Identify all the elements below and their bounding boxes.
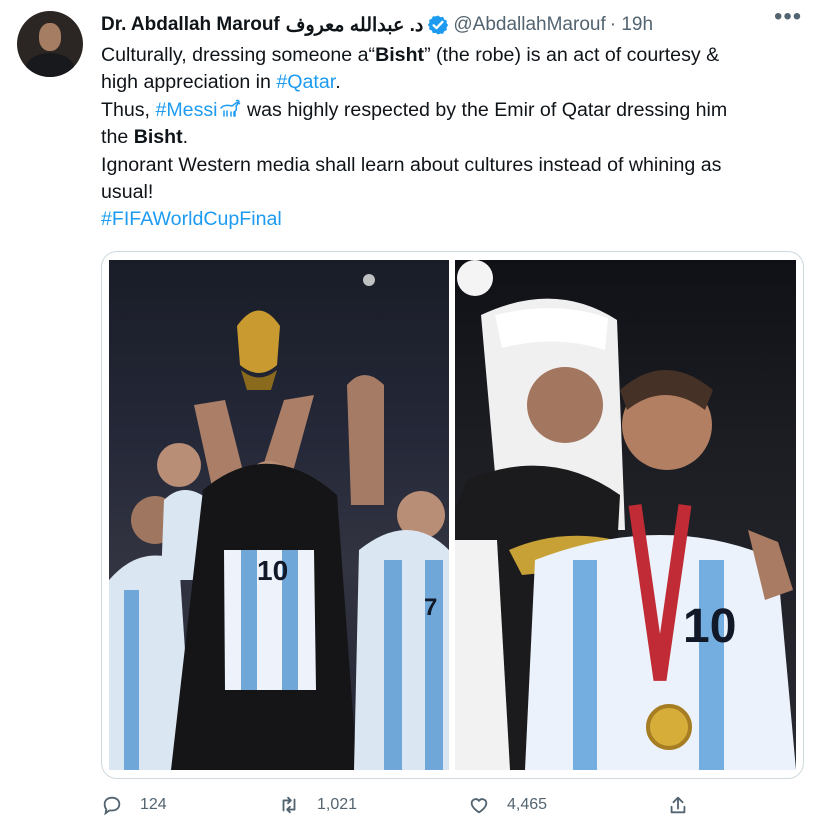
like-count: 4,465	[507, 796, 548, 813]
shirt-number-left-7: 7	[424, 594, 437, 621]
retweet-icon	[282, 796, 296, 814]
author-arabic-name[interactable]: د. عبدالله معروف	[286, 14, 424, 37]
tweet-text: Culturally, dressing someone a“Bisht” (t…	[101, 42, 801, 234]
tweet-timestamp[interactable]: · 19h	[610, 14, 653, 36]
tweet-line-2: high appreciation in #Qatar.	[101, 69, 801, 96]
shirt-number-right-10: 10	[683, 600, 736, 653]
shirt-number-left-10: 10	[257, 555, 288, 586]
tweet-text-segment: high appreciation in	[101, 71, 277, 94]
bisht-bold-text: Bisht	[375, 44, 425, 66]
author-name[interactable]: Dr. Abdallah Marouf	[101, 14, 280, 36]
photo-emir-dressing-messi[interactable]: 10	[455, 260, 796, 770]
reply-icon	[103, 796, 121, 816]
like-button[interactable]: 4,465	[468, 794, 547, 816]
bisht-bold-text: Bisht	[133, 126, 183, 149]
retweet-button[interactable]: 1,021	[278, 794, 357, 816]
tweet-line-5: Ignorant Western media shall learn about…	[101, 153, 722, 176]
avatar[interactable]	[17, 11, 83, 77]
author-handle[interactable]: @AbdallahMarouf	[453, 14, 605, 36]
hashtag-qatar-link[interactable]: #Qatar	[276, 71, 335, 93]
goat-emoji-icon	[218, 99, 242, 119]
verified-badge-icon	[427, 14, 449, 36]
photo-messi-lifting-trophy[interactable]: 10 7	[109, 260, 449, 770]
share-button[interactable]	[667, 794, 706, 816]
hashtag-messi-link[interactable]: #Messi	[155, 99, 217, 121]
hashtag-fifa-world-cup-final-link[interactable]: #FIFAWorldCupFinal	[101, 206, 801, 233]
heart-icon	[470, 798, 488, 814]
retweet-count: 1,021	[317, 796, 358, 813]
tweet-header: Dr. Abdallah Marouf د. عبدالله معروف @Ab…	[101, 12, 785, 38]
tweet-line-1: Culturally, dressing someone a“Bisht” (t…	[101, 42, 801, 69]
tweet-actions: 124 1,021 4,465	[101, 794, 711, 824]
tweet-line-6: usual!	[101, 181, 154, 204]
more-options-icon[interactable]: •••	[774, 5, 801, 34]
tweet-text-segment: Culturally, dressing someone a“	[101, 44, 376, 66]
tweet-text-segment: .	[182, 126, 189, 149]
avatar-shirt	[26, 53, 74, 77]
reply-count: 124	[140, 796, 167, 813]
share-icon	[670, 796, 686, 814]
media-grid: 10 7 10	[101, 251, 804, 779]
tweet-text-segment: was highly respected by the Emir of Qata…	[241, 98, 728, 121]
tweet-line-4: the Bisht.	[101, 124, 801, 151]
avatar-face	[39, 23, 61, 51]
tweet-text-segment: ” (the robe) is an act of courtesy &	[424, 44, 720, 66]
reply-button[interactable]: 124	[101, 794, 167, 816]
tweet-line-3: Thus, #Messi was highly respected by the…	[101, 97, 801, 124]
tweet-text-segment: the	[101, 126, 134, 149]
tweet-text-segment: .	[335, 71, 341, 94]
tweet-text-segment: Thus,	[101, 98, 156, 121]
